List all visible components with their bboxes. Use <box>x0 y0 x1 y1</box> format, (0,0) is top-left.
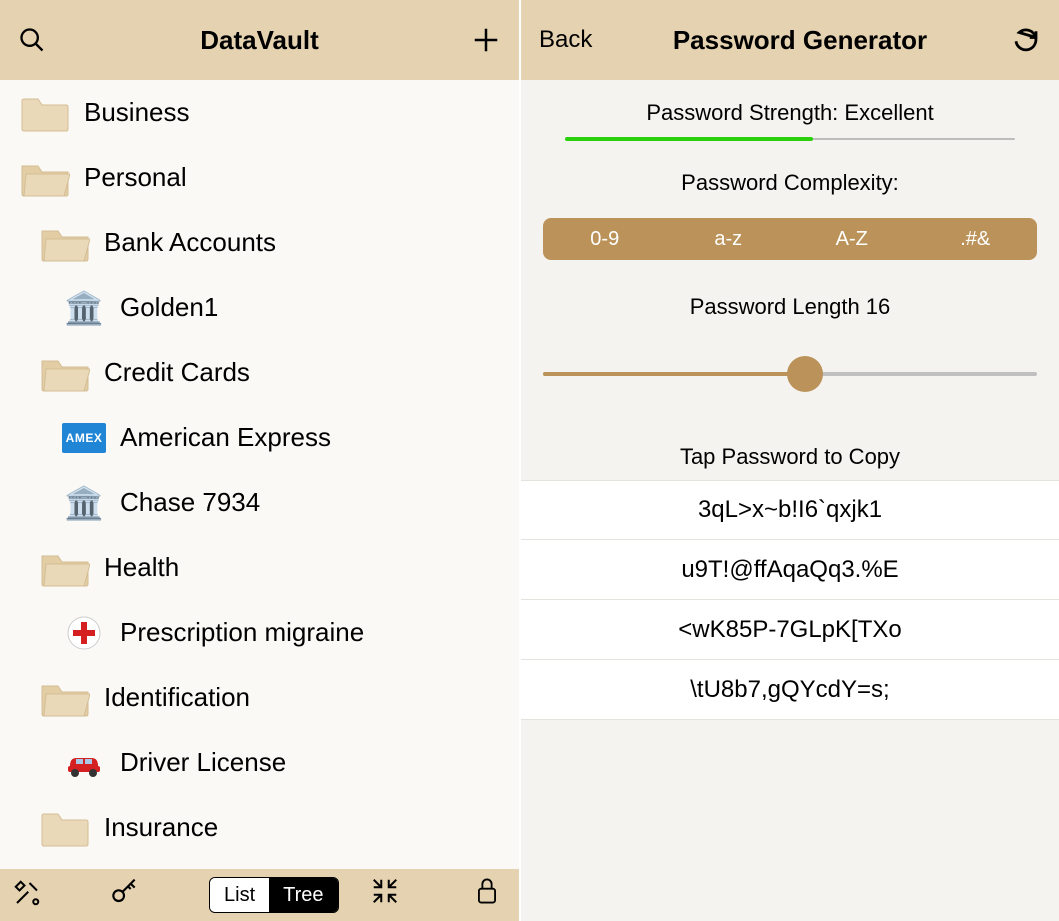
bank-icon: 🏛️ <box>62 286 106 330</box>
settings-button[interactable] <box>12 878 42 913</box>
subcategory-identification[interactable]: Identification <box>0 665 519 730</box>
subcategory-health[interactable]: Health <box>0 535 519 600</box>
category-label: Personal <box>84 162 187 193</box>
subcategory-credit-cards[interactable]: Credit Cards <box>0 340 519 405</box>
tools-icon <box>12 878 42 908</box>
key-button[interactable] <box>108 877 140 914</box>
item-label: Driver License <box>120 747 286 778</box>
item-label: American Express <box>120 422 331 453</box>
key-icon <box>108 877 140 909</box>
bank-icon: 🏛️ <box>62 481 106 525</box>
view-toggle[interactable]: List Tree <box>209 877 339 913</box>
plus-icon <box>471 25 501 55</box>
item-driver-license[interactable]: Driver License <box>0 730 519 795</box>
strength-fill <box>565 137 813 141</box>
complexity-lower[interactable]: a-z <box>667 218 791 260</box>
search-button[interactable] <box>18 26 68 54</box>
password-generator-screen: Back Password Generator Password Strengt… <box>521 0 1059 921</box>
folder-open-icon <box>40 546 90 590</box>
item-golden1[interactable]: 🏛️ Golden1 <box>0 275 519 340</box>
amex-icon: AMEX <box>62 416 106 460</box>
bottom-toolbar: List Tree <box>0 869 519 921</box>
folder-open-icon <box>40 676 90 720</box>
refresh-icon <box>1011 25 1041 55</box>
category-personal[interactable]: Personal <box>0 145 519 210</box>
lock-button[interactable] <box>473 876 501 911</box>
tap-to-copy-label: Tap Password to Copy <box>521 444 1059 480</box>
view-toggle-tree[interactable]: Tree <box>269 878 337 912</box>
folder-open-icon <box>40 351 90 395</box>
add-button[interactable] <box>451 25 501 55</box>
strength-meter <box>565 138 1015 142</box>
car-icon <box>62 741 106 785</box>
generated-password[interactable]: u9T!@ffAqaQq3.%E <box>521 540 1059 600</box>
complexity-label: Password Complexity: <box>521 142 1059 202</box>
slider-knob[interactable] <box>787 356 823 392</box>
medical-cross-icon <box>62 611 106 655</box>
folder-open-icon <box>40 221 90 265</box>
subcategory-insurance[interactable]: Insurance <box>0 795 519 860</box>
folder-open-icon <box>20 156 70 200</box>
complexity-upper[interactable]: A-Z <box>790 218 914 260</box>
item-amex[interactable]: AMEX American Express <box>0 405 519 470</box>
subcategory-label: Health <box>104 552 179 583</box>
category-label: Business <box>84 97 190 128</box>
collapse-icon <box>370 876 400 906</box>
topbar-left: DataVault <box>0 0 519 80</box>
item-label: Prescription migraine <box>120 617 364 648</box>
password-list: 3qL>x~b!I6`qxjk1 u9T!@ffAqaQq3.%E <wK85P… <box>521 480 1059 720</box>
subcategory-label: Credit Cards <box>104 357 250 388</box>
item-label: Chase 7934 <box>120 487 260 518</box>
generated-password[interactable]: 3qL>x~b!I6`qxjk1 <box>521 480 1059 540</box>
folder-icon <box>20 91 70 135</box>
subcategory-label: Bank Accounts <box>104 227 276 258</box>
collapse-button[interactable] <box>370 876 400 911</box>
vault-screen: DataVault Business Personal <box>0 0 521 921</box>
length-label: Password Length 16 <box>521 260 1059 326</box>
app-title: DataVault <box>68 25 451 56</box>
screen-title: Password Generator <box>609 25 991 56</box>
complexity-symbols[interactable]: .#& <box>914 218 1038 260</box>
refresh-button[interactable] <box>991 25 1041 55</box>
back-button[interactable]: Back <box>539 26 592 54</box>
generator-content: Password Strength: Excellent Password Co… <box>521 80 1059 921</box>
generated-password[interactable]: <wK85P-7GLpK[TXo <box>521 600 1059 660</box>
length-slider[interactable] <box>543 354 1037 394</box>
subcategory-label: Identification <box>104 682 250 713</box>
tree-list[interactable]: Business Personal Bank Accounts 🏛️ Golde… <box>0 80 519 869</box>
subcategory-label: Insurance <box>104 812 218 843</box>
search-icon <box>18 26 46 54</box>
item-chase[interactable]: 🏛️ Chase 7934 <box>0 470 519 535</box>
folder-icon <box>40 806 90 850</box>
complexity-segmented-control[interactable]: 0-9 a-z A-Z .#& <box>543 218 1037 260</box>
item-label: Golden1 <box>120 292 218 323</box>
strength-label: Password Strength: Excellent <box>521 80 1059 132</box>
subcategory-bank-accounts[interactable]: Bank Accounts <box>0 210 519 275</box>
lock-icon <box>473 876 501 906</box>
item-prescription[interactable]: Prescription migraine <box>0 600 519 665</box>
view-toggle-list[interactable]: List <box>210 878 269 912</box>
complexity-digits[interactable]: 0-9 <box>543 218 667 260</box>
topbar-right: Back Password Generator <box>521 0 1059 80</box>
category-business[interactable]: Business <box>0 80 519 145</box>
generated-password[interactable]: \tU8b7,gQYcdY=s; <box>521 660 1059 720</box>
